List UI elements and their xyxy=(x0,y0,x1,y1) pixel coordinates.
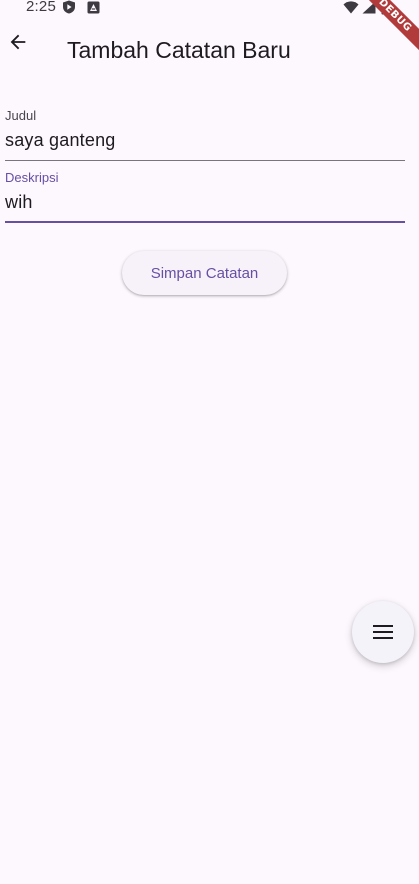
status-bar: 2:25 DEBUG xyxy=(0,0,419,57)
description-field-value[interactable]: wih xyxy=(5,192,33,213)
page-title: Tambah Catatan Baru xyxy=(67,37,291,63)
wifi-icon xyxy=(343,1,359,18)
play-protect-icon xyxy=(62,0,76,18)
description-field-label: Deskripsi xyxy=(5,170,59,185)
description-field-underline xyxy=(5,221,405,223)
android-notification-icon xyxy=(87,1,100,18)
title-field-value[interactable]: saya ganteng xyxy=(5,130,116,151)
status-time: 2:25 xyxy=(26,0,56,15)
description-field[interactable]: Deskripsi wih xyxy=(5,166,405,224)
arrow-back-icon xyxy=(7,31,29,53)
save-note-button[interactable]: Simpan Catatan xyxy=(122,251,287,295)
menu-icon xyxy=(372,624,394,640)
title-field-label: Judul xyxy=(5,108,37,123)
app-bar: Tambah Catatan Baru xyxy=(0,18,419,84)
title-field-underline xyxy=(5,160,405,161)
title-field[interactable]: Judul saya ganteng xyxy=(5,104,405,162)
back-button[interactable] xyxy=(2,26,34,58)
menu-fab[interactable] xyxy=(352,601,414,663)
